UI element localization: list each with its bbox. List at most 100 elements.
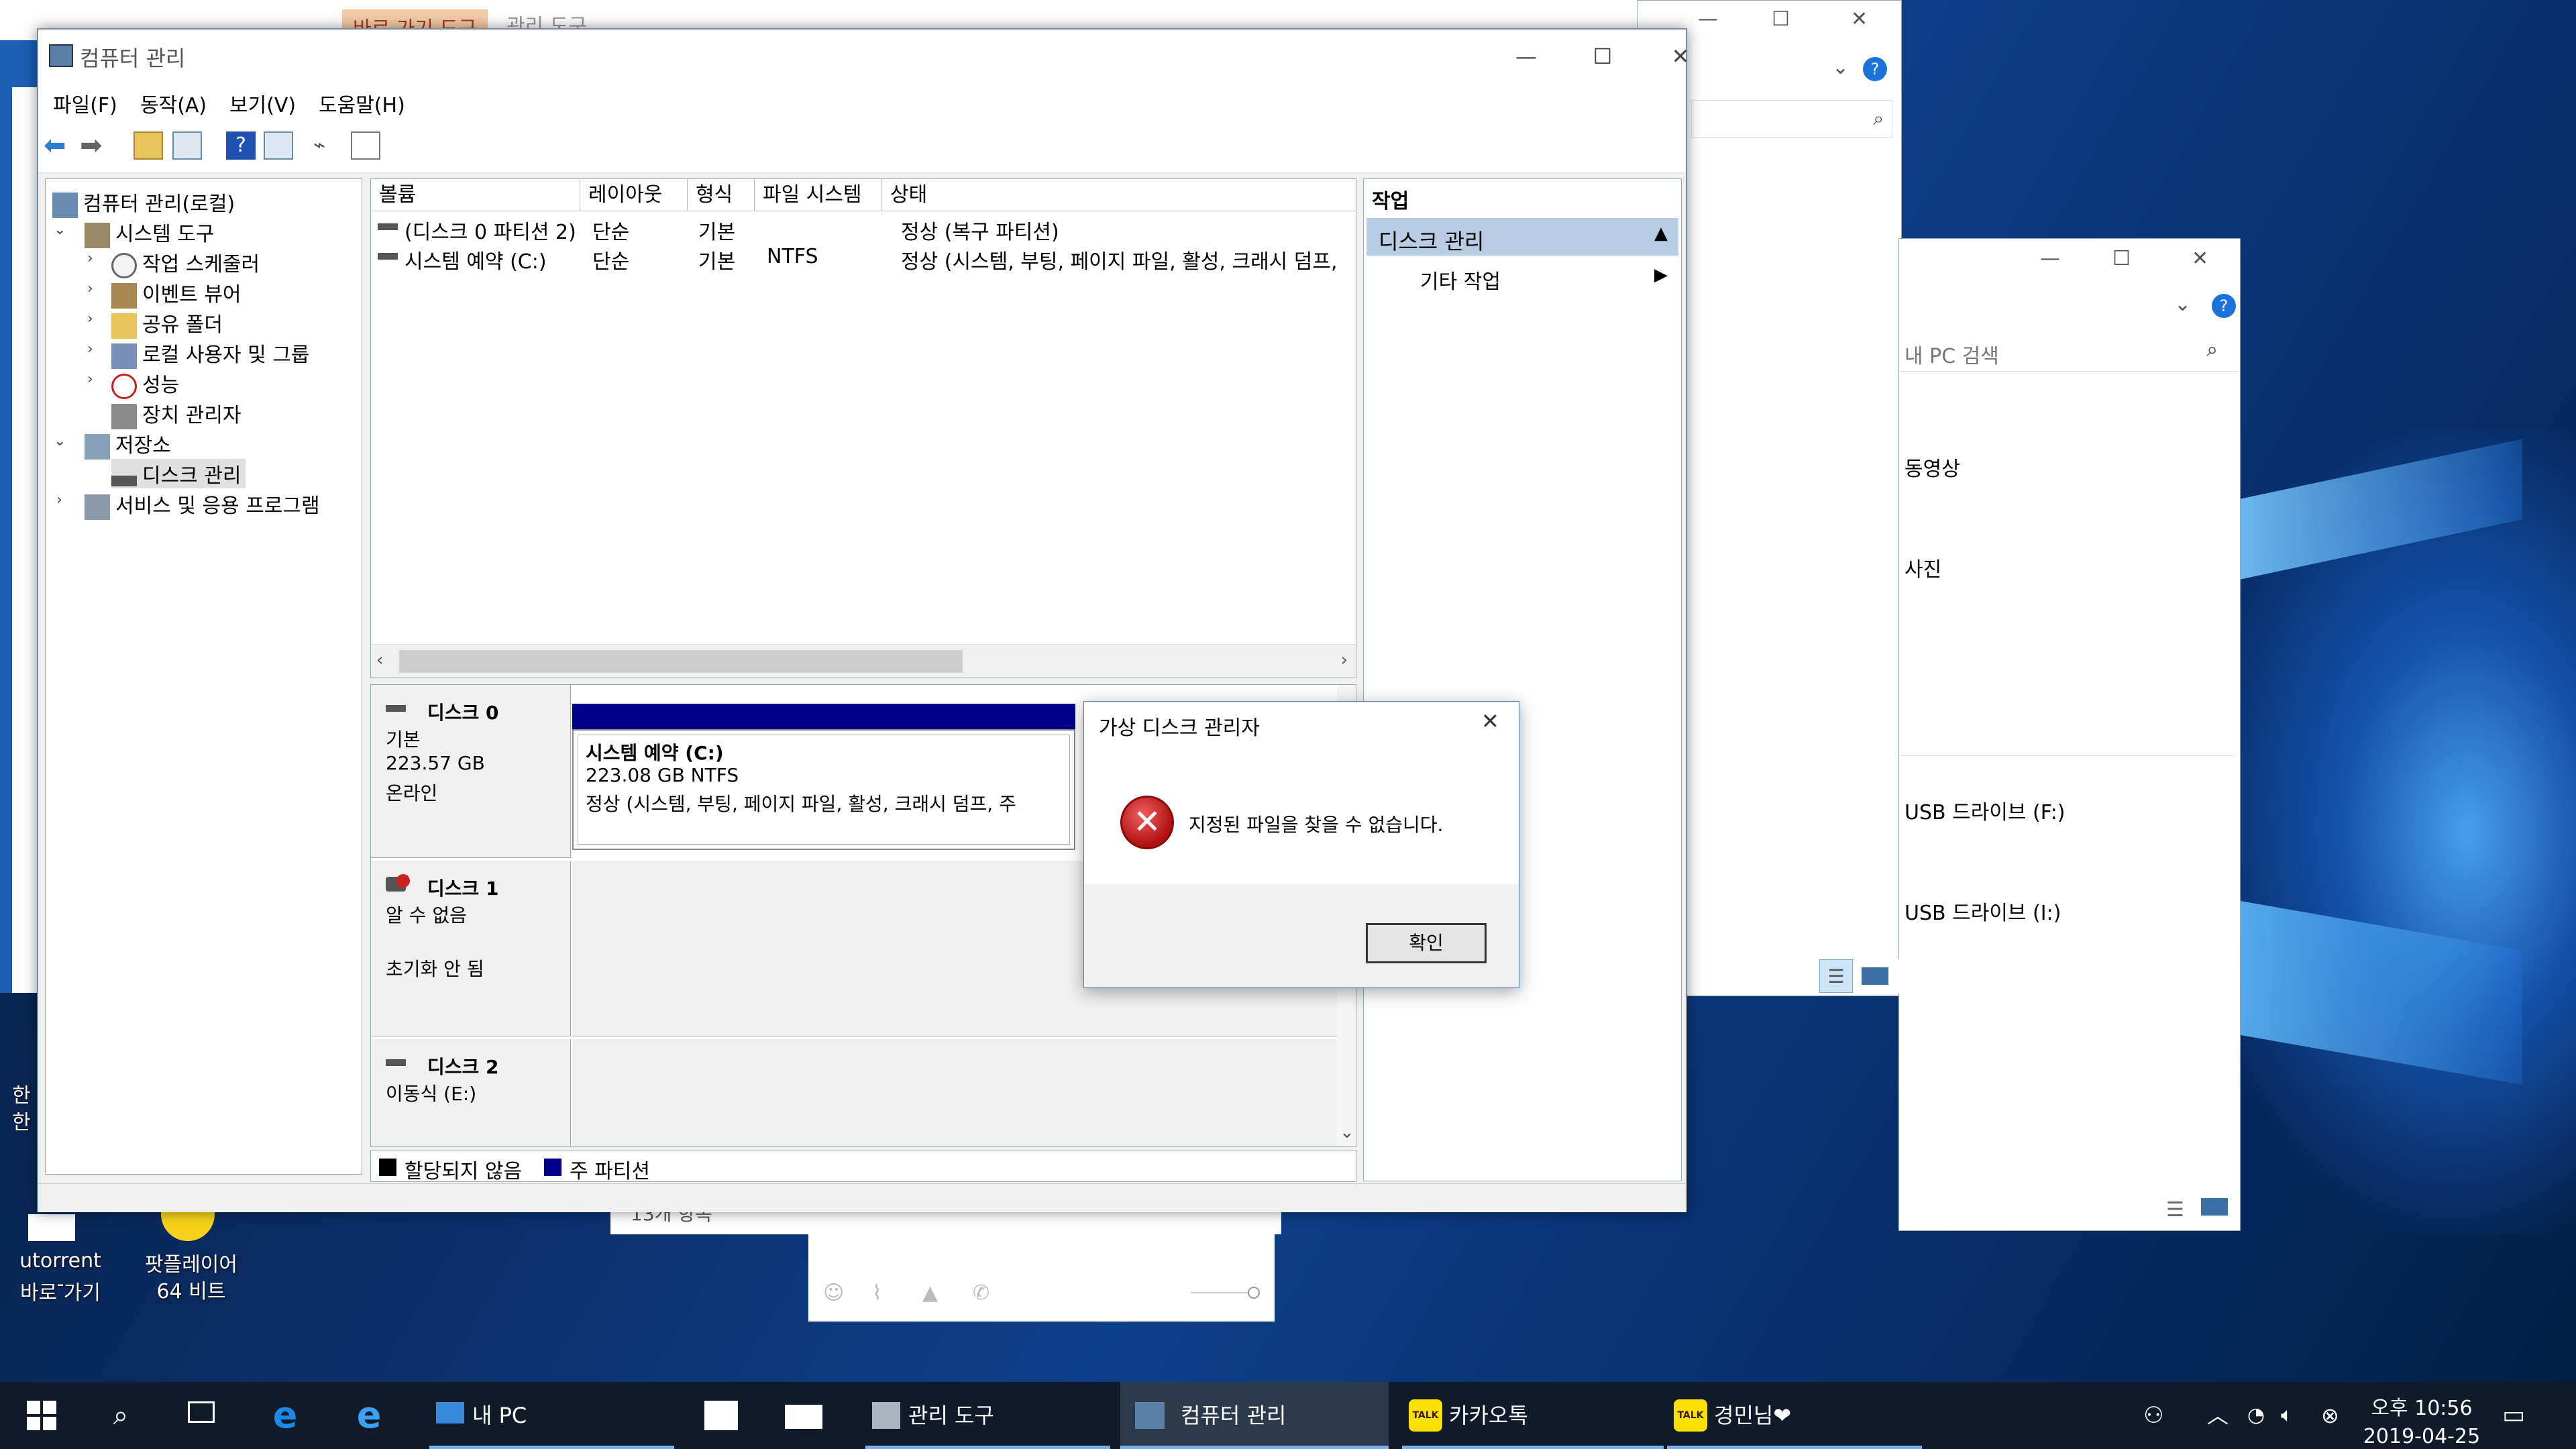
search-button[interactable]: ⌕ — [101, 1382, 141, 1449]
error-dialog[interactable]: 가상 디스크 관리자 ✕ ✕ 지정된 파일을 찾을 수 없습니다. 확인 — [1083, 701, 1519, 988]
properties-icon[interactable] — [351, 131, 380, 160]
taskbar-item-chat[interactable]: TALK 경민님❤ — [1667, 1382, 1922, 1449]
chevron-right-icon[interactable]: › — [56, 492, 62, 508]
explorer-item-usb-f[interactable]: USB 드라이브 (F:) — [1904, 796, 2065, 825]
actions-more[interactable]: 기타 작업 ▶ — [1366, 261, 1678, 294]
taskbar-item-my-pc[interactable]: 내 PC — [429, 1382, 674, 1449]
chevron-down-icon[interactable]: ⌄ — [1832, 56, 1849, 79]
large-icons-view-icon[interactable] — [1862, 967, 1888, 985]
tree-item-services-apps[interactable]: › 서비스 및 응용 프로그램 — [52, 489, 320, 520]
tree-item-local-users[interactable]: › 로컬 사용자 및 그룹 — [86, 338, 309, 369]
show-hide-action-pane-icon[interactable] — [264, 131, 293, 160]
table-row[interactable]: 시스템 예약 (C:) 단순 기본 NTFS 정상 (시스템, 부팅, 페이지 … — [371, 242, 1356, 274]
scroll-left-icon[interactable]: ‹ — [376, 650, 383, 670]
column-header-type[interactable]: 형식 — [688, 179, 755, 211]
volume-icon[interactable]: 🔈︎ — [2281, 1382, 2308, 1449]
tree-item-system-tools[interactable]: ⌄ 시스템 도구 — [52, 217, 215, 248]
tree-item-task-scheduler[interactable]: › 작업 스케줄러 — [86, 248, 260, 278]
explorer-item-usb-i[interactable]: USB 드라이브 (I:) — [1904, 896, 2061, 926]
close-icon[interactable]: ✕ — [1851, 7, 1868, 31]
dialog-close-button[interactable]: ✕ — [1481, 708, 1499, 734]
actions-section-disk-management[interactable]: 디스크 관리 ▲ — [1366, 218, 1678, 256]
minimize-icon[interactable]: — — [2040, 247, 2060, 270]
search-input[interactable]: 내 PC 검색 ⌕ — [1899, 333, 2238, 372]
tree-item-computer-management[interactable]: 컴퓨터 관리(로컬) — [52, 187, 235, 218]
column-header-status[interactable]: 상태 — [882, 179, 1356, 211]
action-center-icon[interactable]: ▭ — [2502, 1382, 2536, 1449]
scroll-right-icon[interactable]: › — [1341, 650, 1348, 670]
background-window-mid[interactable]: ☰ — [1677, 959, 1902, 993]
maximize-button[interactable]: ☐ — [1569, 38, 1636, 75]
tree-item-performance[interactable]: › 성능 — [86, 368, 179, 399]
disk-2-label[interactable]: 디스크 2 이동식 (E:) — [371, 1039, 571, 1146]
details-view-icon[interactable]: ☰ — [2166, 1198, 2184, 1222]
help-icon[interactable]: ? — [1863, 57, 1887, 81]
explorer-item-pictures[interactable]: 사진 — [1904, 553, 1941, 582]
forward-arrow-icon[interactable]: ➡ — [80, 131, 109, 160]
image-icon[interactable]: ▲ — [922, 1281, 938, 1305]
chat-window[interactable]: ☺ ⌇ ▲ ✆ — [808, 1208, 1275, 1322]
minimize-icon[interactable]: — — [1698, 7, 1718, 31]
maximize-icon[interactable]: ☐ — [2112, 247, 2131, 270]
scroll-down-icon[interactable]: ⌄ — [1340, 1122, 1354, 1142]
status-x-icon[interactable]: ⊗ — [2321, 1382, 2348, 1449]
people-icon[interactable]: ⚇ — [2143, 1382, 2170, 1449]
network-icon[interactable]: ◔ — [2247, 1382, 2274, 1449]
ie-button[interactable]: e — [349, 1382, 389, 1449]
menu-help[interactable]: 도움말(H) — [319, 89, 405, 118]
tree-item-storage[interactable]: ⌄ 저장소 — [52, 429, 171, 460]
tree-item-shared-folders[interactable]: › 공유 폴더 — [86, 308, 223, 339]
menu-file[interactable]: 파일(F) — [53, 89, 117, 118]
chevron-down-icon[interactable]: ⌄ — [54, 433, 66, 449]
ok-button[interactable]: 확인 — [1366, 923, 1487, 963]
column-header-layout[interactable]: 레이아웃 — [580, 179, 688, 211]
table-row[interactable]: (디스크 0 파티션 2) 단순 기본 정상 (복구 파티션) — [371, 213, 1356, 244]
close-icon[interactable]: ✕ — [2192, 247, 2208, 270]
up-folder-icon[interactable] — [133, 131, 163, 160]
title-bar[interactable]: 컴퓨터 관리 — ☐ ✕ — [38, 30, 1689, 83]
chevron-right-icon[interactable]: › — [87, 250, 93, 267]
desktop-icon-utorrent[interactable]: utorrent - 바로 가기 — [13, 1214, 101, 1308]
store-button[interactable] — [701, 1382, 741, 1449]
menu-view[interactable]: 보기(V) — [229, 89, 296, 118]
connect-icon[interactable]: ⌁ — [313, 131, 343, 160]
help-icon[interactable]: ? — [2212, 294, 2236, 318]
maximize-icon[interactable]: ☐ — [1772, 7, 1790, 31]
mail-button[interactable] — [785, 1382, 825, 1449]
explorer-item-videos[interactable]: 동영상 — [1904, 452, 1960, 482]
collapse-icon[interactable]: ▲ — [1654, 223, 1668, 244]
minimize-button[interactable]: — — [1493, 38, 1560, 75]
scrollbar-thumb[interactable] — [399, 650, 963, 673]
search-box[interactable]: ⌕ — [1691, 100, 1892, 138]
chevron-right-icon[interactable]: › — [87, 341, 93, 358]
disk-0-label[interactable]: 디스크 0 기본 223.57 GB 온라인 — [371, 685, 571, 858]
task-view-button[interactable] — [181, 1382, 221, 1449]
show-hidden-icons-icon[interactable]: ︿ — [2207, 1382, 2229, 1449]
attach-icon[interactable]: ⌇ — [872, 1281, 882, 1305]
taskbar-item-computer-management[interactable]: 컴퓨터 관리 — [1120, 1382, 1389, 1449]
emoji-icon[interactable]: ☺ — [823, 1281, 844, 1305]
chevron-right-icon[interactable]: › — [87, 311, 93, 327]
call-icon[interactable]: ✆ — [973, 1281, 989, 1305]
desktop-icon-potplayer[interactable]: 팟플레이어 64 비트 — [134, 1201, 248, 1308]
disk-1-label[interactable]: 디스크 1 알 수 없음 초기화 안 됨 — [371, 861, 571, 1036]
menu-action[interactable]: 동작(A) — [140, 89, 207, 118]
show-hide-tree-icon[interactable] — [172, 131, 202, 160]
slider-thumb[interactable] — [1248, 1287, 1260, 1299]
help-icon[interactable]: ? — [226, 131, 256, 160]
taskbar-item-kakaotalk[interactable]: TALK 카카오톡 — [1402, 1382, 1664, 1449]
close-button[interactable]: ✕ — [1647, 38, 1714, 75]
start-button[interactable] — [20, 1382, 60, 1449]
explorer-window[interactable]: — ☐ ✕ ⌄ ? 내 PC 검색 ⌕ 동영상 사진 USB 드라이브 (F:)… — [1898, 238, 2241, 1231]
chevron-right-icon[interactable]: › — [87, 371, 93, 388]
taskbar-item-admin-tools[interactable]: 관리 도구 — [865, 1382, 1110, 1449]
partition-system-reserved[interactable]: 시스템 예약 (C:) 223.08 GB NTFS 정상 (시스템, 부팅, … — [572, 729, 1075, 850]
details-view-icon[interactable]: ☰ — [1819, 959, 1853, 993]
chevron-right-icon[interactable]: › — [87, 280, 93, 297]
horizontal-scrollbar[interactable]: ‹ › — [371, 644, 1356, 678]
tree-item-event-viewer[interactable]: › 이벤트 뷰어 — [86, 278, 241, 309]
edge-button[interactable]: e — [265, 1382, 305, 1449]
clock[interactable]: 오후 10:56 2019-04-25 — [2361, 1386, 2482, 1448]
column-header-volume[interactable]: 볼륨 — [371, 179, 580, 211]
large-icons-view-icon[interactable] — [2201, 1198, 2228, 1216]
